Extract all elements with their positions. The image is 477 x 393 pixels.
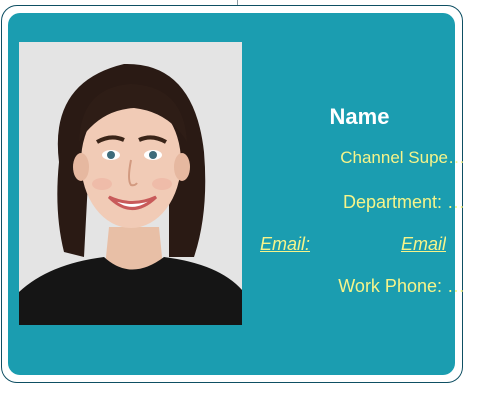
email-link[interactable]: Email: [401, 234, 446, 255]
contact-name: Name: [329, 104, 390, 129]
email-label-link[interactable]: Email:: [260, 234, 310, 255]
work-phone-field: Work Phone: …: [338, 276, 465, 296]
profile-photo: [19, 42, 242, 325]
contact-card-canvas: Name Channel Supe… Department: … Email: …: [0, 0, 477, 393]
email-row: Email: Email: [260, 234, 446, 255]
department-field: Department: …: [342, 192, 465, 212]
job-title: Channel Supe…: [340, 148, 465, 167]
